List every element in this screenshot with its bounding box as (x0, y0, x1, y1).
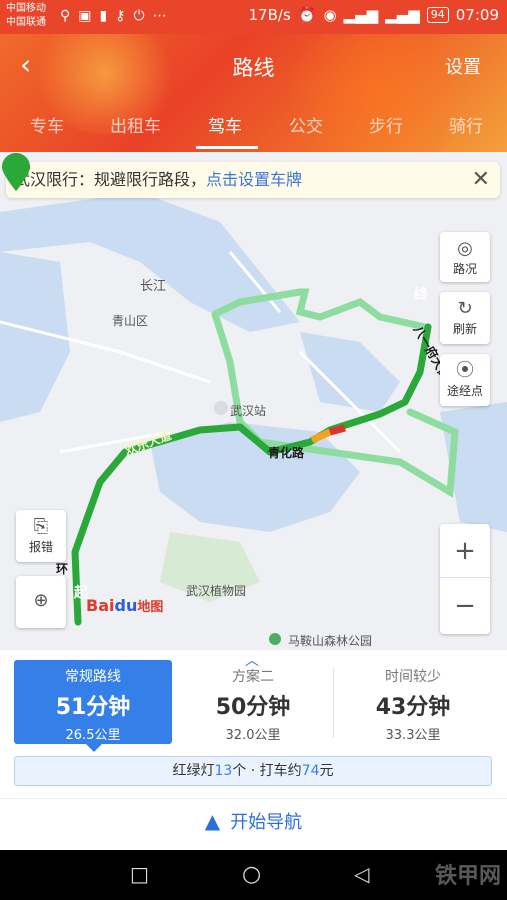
clock: 07:09 (455, 6, 499, 24)
battery-saver-icon: ▮ (99, 8, 108, 24)
route-distance: 26.5公里 (65, 728, 121, 743)
traffic-light-label: 红绿灯 (172, 763, 215, 779)
alarm-icon: ⏰ (297, 6, 317, 24)
carrier-2: 中国联通 (6, 17, 46, 28)
refresh-icon: ↻ (457, 298, 473, 319)
power-icon: ⏻ (133, 8, 145, 24)
tab-bike[interactable]: 骑行 (449, 112, 483, 137)
route-option-3[interactable]: 时间较少 43分钟 33.3公里 (334, 660, 492, 744)
route-panel: ︿ 常规路线 51分钟 26.5公里 方案二 50分钟 32.0公里 时间较少 … (0, 650, 507, 850)
traffic-button[interactable]: ◎ 路况 (440, 232, 490, 282)
signal2-icon: ▂▄▆ (385, 6, 420, 24)
home-icon[interactable]: ○ (242, 862, 261, 887)
route-option-2[interactable]: 方案二 50分钟 32.0公里 (174, 660, 332, 744)
zoom-control: + − (440, 524, 490, 634)
start-navigation-button[interactable]: ▲ 开始导航 (0, 798, 507, 842)
notice-text: 武汉限行：规避限行路段， (14, 170, 207, 189)
report-icon: ⎘ (33, 516, 49, 537)
route-distance: 33.3公里 (385, 728, 441, 743)
watermark: 铁甲网 (434, 864, 501, 889)
image-icon: ▣ (78, 8, 92, 24)
traffic-label: 路况 (452, 262, 477, 276)
tab-drive[interactable]: 驾车 (208, 112, 242, 137)
refresh-button[interactable]: ↻ 刷新 (440, 292, 490, 344)
map-view[interactable]: 武汉限行：规避限行路段，点击设置车牌 ✕ 长江 青山区 武汉站 武汉植物园 马鞍… (0, 152, 507, 650)
route-distance: 32.0公里 (225, 728, 281, 743)
road-label-ring: 环 (56, 562, 69, 576)
label-wuhan-station: 武汉站 (230, 404, 267, 418)
baidu-logo-du: du (114, 596, 138, 615)
destination-pin-label: 终 (414, 287, 428, 303)
page-title: 路线 (232, 56, 275, 80)
locate-icon: ⊕ (33, 590, 49, 611)
zoom-in-button[interactable]: + (440, 524, 490, 578)
route-time: 50分钟 (215, 695, 291, 720)
key-icon: ⚷ (115, 8, 126, 24)
zoom-out-button[interactable]: − (440, 579, 490, 633)
traffic-light-count: 13 (214, 763, 233, 779)
more-icon: ⋯ (152, 8, 167, 24)
label-maanshan-park: 马鞍山森林公园 (288, 634, 373, 648)
route-name: 方案二 (232, 669, 274, 685)
route-name: 常规路线 (65, 669, 121, 685)
route-time: 51分钟 (55, 695, 131, 720)
signal-icon: ▂▄▆ (343, 6, 379, 24)
network-speed: 17B/s (248, 6, 291, 24)
close-icon[interactable]: ✕ (472, 162, 490, 198)
park-marker (269, 633, 281, 645)
status-bar: 中国移动 中国联通 ⚲ ▣ ▮ ⚷ ⏻ ⋯ 17B/s ⏰ ◉ ▂▄▆ ▂▄▆ … (0, 0, 507, 34)
baidu-logo-map: 地图 (137, 600, 164, 615)
settings-button[interactable]: 设置 (445, 53, 481, 79)
carrier-1: 中国移动 (6, 3, 46, 14)
status-right: 17B/s ⏰ ◉ ▂▄▆ ▂▄▆ 94 07:09 (249, 6, 499, 24)
start-navigation-label: 开始导航 (230, 812, 303, 833)
notification-icons: ⚲ ▣ ▮ ⚷ ⏻ ⋯ (60, 8, 167, 24)
restriction-notice[interactable]: 武汉限行：规避限行路段，点击设置车牌 ✕ (6, 162, 500, 198)
station-marker (214, 401, 228, 415)
route-name: 时间较少 (385, 669, 441, 685)
locate-button[interactable]: ⊕ (16, 576, 66, 628)
road-label-qinghua: 青化路 (268, 446, 305, 460)
navigation-arrow-icon: ▲ (204, 809, 221, 833)
recent-apps-icon[interactable]: □ (130, 862, 149, 886)
label-qingshan: 青山区 (112, 314, 149, 328)
label-botanical-garden: 武汉植物园 (186, 584, 247, 598)
carrier-info: 中国移动 中国联通 (6, 2, 46, 30)
eye-icon: ◉ (323, 6, 337, 24)
set-plate-link[interactable]: 点击设置车牌 (206, 170, 302, 189)
route-time: 43分钟 (375, 695, 451, 720)
route-header: ‹ 路线 设置 专车 出租车 驾车 公交 步行 骑行 (0, 34, 507, 152)
origin-pin[interactable] (0, 152, 32, 192)
route-option-1[interactable]: 常规路线 51分钟 26.5公里 (14, 660, 172, 752)
taxi-label: 个 · 打车约 (232, 763, 302, 779)
system-nav-bar: □ ○ ◁ 铁甲网 (0, 850, 507, 900)
traffic-icon: ◎ (457, 238, 473, 259)
tab-transit[interactable]: 公交 (289, 112, 323, 137)
report-error-button[interactable]: ⎘ 报错 (16, 510, 66, 562)
traffic-jam-segment (329, 424, 346, 436)
taxi-fare: 74 (301, 763, 320, 779)
report-label: 报错 (28, 540, 53, 554)
waypoint-icon: ⦿ (456, 360, 474, 381)
refresh-label: 刷新 (452, 322, 477, 336)
waypoint-label: 途经点 (446, 384, 483, 398)
currency-label: 元 (319, 763, 334, 779)
baidu-logo-bai: Bai (86, 596, 115, 615)
search-icon: ⚲ (60, 8, 71, 24)
traffic-summary: 红绿灯13个 · 打车约74元 (14, 756, 492, 786)
waypoint-button[interactable]: ⦿ 途经点 (440, 354, 490, 406)
back-icon[interactable]: ◁ (354, 862, 369, 886)
map-canvas (0, 192, 507, 645)
label-changjiang: 长江 (140, 279, 167, 294)
battery-level: 94 (426, 7, 449, 23)
tab-taxi[interactable]: 出租车 (110, 112, 161, 137)
baidu-map-logo: Baidu地图 (86, 596, 163, 615)
tab-walk[interactable]: 步行 (369, 112, 403, 137)
active-tab-indicator (196, 146, 258, 149)
tab-zhuanche[interactable]: 专车 (30, 112, 64, 137)
